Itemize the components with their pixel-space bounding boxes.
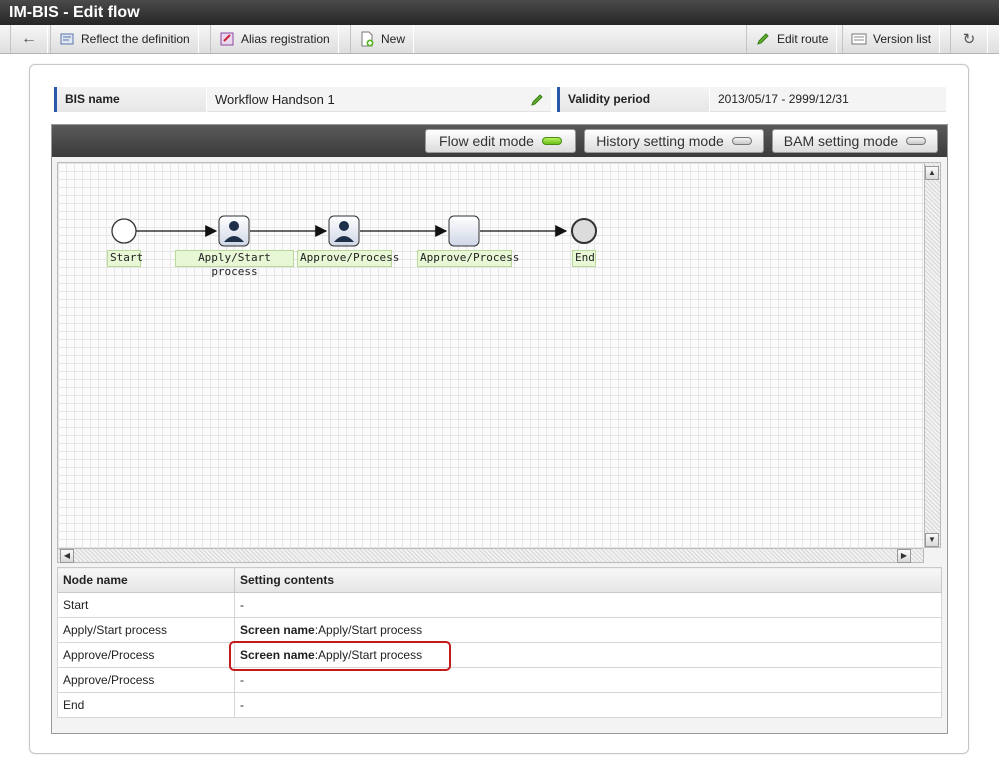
column-header-node-name: Node name: [57, 567, 235, 593]
new-button[interactable]: New: [350, 25, 415, 53]
back-arrow-icon: ←: [21, 30, 37, 47]
setting-contents-cell: -: [234, 667, 942, 693]
setting-key: Screen name: [240, 623, 315, 637]
reflect-definition-label: Reflect the definition: [81, 32, 190, 46]
alias-registration-icon: [219, 31, 235, 47]
scroll-down-arrow-icon[interactable]: ▼: [925, 533, 939, 547]
node-settings-table: Node name Setting contents Start - Apply…: [57, 567, 942, 718]
node-label-apply-start[interactable]: Apply/Start process: [175, 250, 294, 278]
node-name-cell: Approve/Process: [57, 667, 235, 693]
reflect-definition-icon: [59, 31, 75, 47]
table-header-row: Node name Setting contents: [57, 567, 942, 593]
reflect-definition-button[interactable]: Reflect the definition: [50, 25, 199, 53]
node-label-start[interactable]: Start: [107, 250, 143, 267]
node-name-cell: End: [57, 692, 235, 718]
window-title: IM-BIS - Edit flow: [0, 0, 999, 25]
alias-registration-label: Alias registration: [241, 32, 330, 46]
flow-edit-mode-label: Flow edit mode: [439, 133, 534, 149]
edit-route-label: Edit route: [777, 32, 829, 46]
back-button[interactable]: ←: [10, 25, 48, 53]
highlight-annotation: [229, 641, 451, 671]
alias-registration-button[interactable]: Alias registration: [210, 25, 339, 53]
version-list-button[interactable]: Version list: [842, 25, 941, 53]
setting-contents-cell: -: [234, 592, 942, 618]
start-node-icon[interactable]: [111, 218, 137, 244]
horizontal-scrollbar[interactable]: ◀ ▶: [57, 548, 924, 563]
mode-off-indicator-icon: [731, 137, 752, 145]
mode-off-indicator-icon: [906, 137, 927, 145]
edit-route-button[interactable]: Edit route: [746, 25, 838, 53]
refresh-icon: ↻: [962, 31, 976, 48]
column-header-setting-contents: Setting contents: [234, 567, 942, 593]
mode-on-indicator-icon: [541, 137, 562, 145]
mode-bar: Flow edit mode History setting mode BAM …: [52, 125, 947, 157]
setting-value: -: [240, 598, 244, 612]
table-row[interactable]: End -: [57, 692, 942, 718]
node-label-approve-2[interactable]: Approve/Process: [417, 250, 519, 267]
scroll-up-arrow-icon[interactable]: ▲: [925, 166, 939, 180]
setting-value: -: [240, 673, 244, 687]
refresh-button[interactable]: ↻: [950, 25, 988, 53]
validity-period-value: 2013/05/17 - 2999/12/31: [710, 87, 946, 112]
edit-name-pencil-icon[interactable]: [529, 91, 545, 116]
node-name-cell: Apply/Start process: [57, 617, 235, 643]
bis-name-label: BIS name: [54, 87, 206, 112]
vertical-scrollbar[interactable]: ▲ ▼: [924, 162, 941, 548]
user-task-node-icon[interactable]: [328, 215, 360, 247]
new-label: New: [381, 32, 406, 46]
setting-contents-cell: Screen name:Apply/Start process: [234, 617, 942, 643]
node-label-approve-1[interactable]: Approve/Process: [297, 250, 399, 267]
node-label-end[interactable]: End: [572, 250, 596, 267]
bis-name-text: Workflow Handson 1: [215, 92, 335, 107]
scroll-left-arrow-icon[interactable]: ◀: [60, 549, 74, 563]
node-name-cell: Start: [57, 592, 235, 618]
bam-setting-mode-label: BAM setting mode: [783, 133, 899, 149]
table-row[interactable]: Start -: [57, 592, 942, 618]
history-setting-mode-button[interactable]: History setting mode: [584, 129, 764, 153]
bis-name-value: Workflow Handson 1: [207, 87, 551, 112]
setting-value: -: [240, 698, 244, 712]
new-document-icon: [359, 31, 375, 47]
user-task-node-icon[interactable]: [218, 215, 250, 247]
validity-period-label: Validity period: [557, 87, 709, 112]
setting-contents-cell: -: [234, 692, 942, 718]
table-row[interactable]: Approve/Process Screen name:Apply/Start …: [57, 642, 942, 668]
scroll-right-arrow-icon[interactable]: ▶: [897, 549, 911, 563]
pencil-icon: [755, 31, 771, 47]
task-node-icon[interactable]: [448, 215, 480, 247]
version-list-label: Version list: [873, 32, 932, 46]
table-row[interactable]: Approve/Process -: [57, 667, 942, 693]
flow-edit-mode-button[interactable]: Flow edit mode: [425, 129, 576, 153]
setting-value: :Apply/Start process: [314, 623, 423, 637]
toolbar: ← Reflect the definition Alias registrat…: [0, 25, 999, 54]
table-row[interactable]: Apply/Start process Screen name:Apply/St…: [57, 617, 942, 643]
end-node-icon[interactable]: [571, 218, 597, 244]
node-name-cell: Approve/Process: [57, 642, 235, 668]
flow-diagram: [111, 215, 597, 247]
list-icon: [851, 31, 867, 47]
bam-setting-mode-button[interactable]: BAM setting mode: [772, 129, 938, 153]
history-setting-mode-label: History setting mode: [596, 133, 724, 149]
